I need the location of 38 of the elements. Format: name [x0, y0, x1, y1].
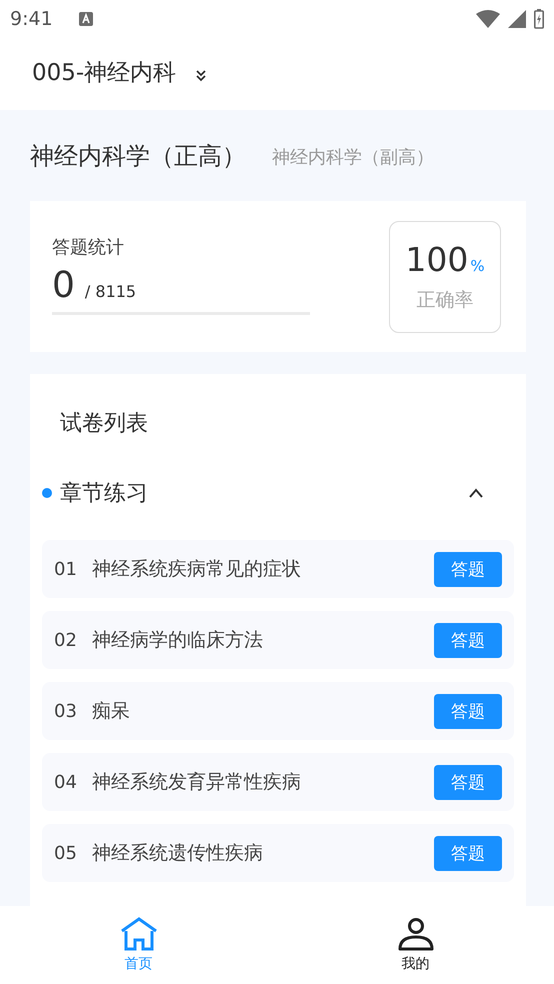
- chapter-number: 01: [54, 558, 78, 580]
- section-title: 章节练习: [60, 480, 148, 508]
- level-tab[interactable]: 神经内科学（正高）: [30, 140, 246, 172]
- answer-button[interactable]: 答题: [434, 622, 502, 658]
- wifi-icon: [476, 10, 500, 28]
- stats-label: 答题统计: [52, 236, 125, 258]
- answer-button[interactable]: 答题: [434, 552, 502, 586]
- person-icon: [398, 917, 434, 951]
- answer-button[interactable]: 答题: [434, 764, 502, 800]
- chapter-number: 02: [54, 630, 78, 650]
- nav-tab[interactable]: 首页: [0, 906, 277, 984]
- chapter-title: 神经系统疾病常见的症状: [92, 557, 302, 582]
- chapter-title: 神经系统发育异常性疾病: [92, 770, 302, 795]
- chevron-up-icon[interactable]: [468, 488, 484, 498]
- chapter-title: 痴呆: [92, 699, 131, 724]
- chapter-number: 05: [54, 842, 78, 864]
- accuracy-value: 100: [405, 240, 468, 279]
- nav-tab[interactable]: 我的: [277, 906, 554, 984]
- notification-icon: [78, 12, 93, 26]
- battery-icon: [534, 9, 544, 29]
- signal-icon: [508, 10, 526, 28]
- double-chevron-icon: [194, 68, 208, 82]
- percent-sign: %: [470, 257, 485, 275]
- answered-count: 0: [52, 264, 75, 306]
- total-count: / 8115: [84, 282, 136, 300]
- chapter-title: 神经病学的临床方法: [92, 628, 264, 653]
- answer-button[interactable]: 答题: [434, 836, 502, 870]
- chapter-number: 03: [54, 700, 78, 722]
- home-icon: [120, 917, 158, 951]
- chapter-number: 04: [54, 772, 78, 792]
- accuracy-label: 正确率: [416, 288, 474, 313]
- answer-button[interactable]: 答题: [434, 694, 502, 728]
- section-dot: [42, 488, 52, 498]
- department-selector[interactable]: 005-神经内科: [32, 56, 208, 88]
- chapter-title: 神经系统遗传性疾病: [92, 841, 264, 866]
- list-title: 试卷列表: [59, 410, 149, 438]
- status-time: 9:41: [10, 8, 53, 30]
- level-tab[interactable]: 神经内科学（副高）: [272, 145, 434, 169]
